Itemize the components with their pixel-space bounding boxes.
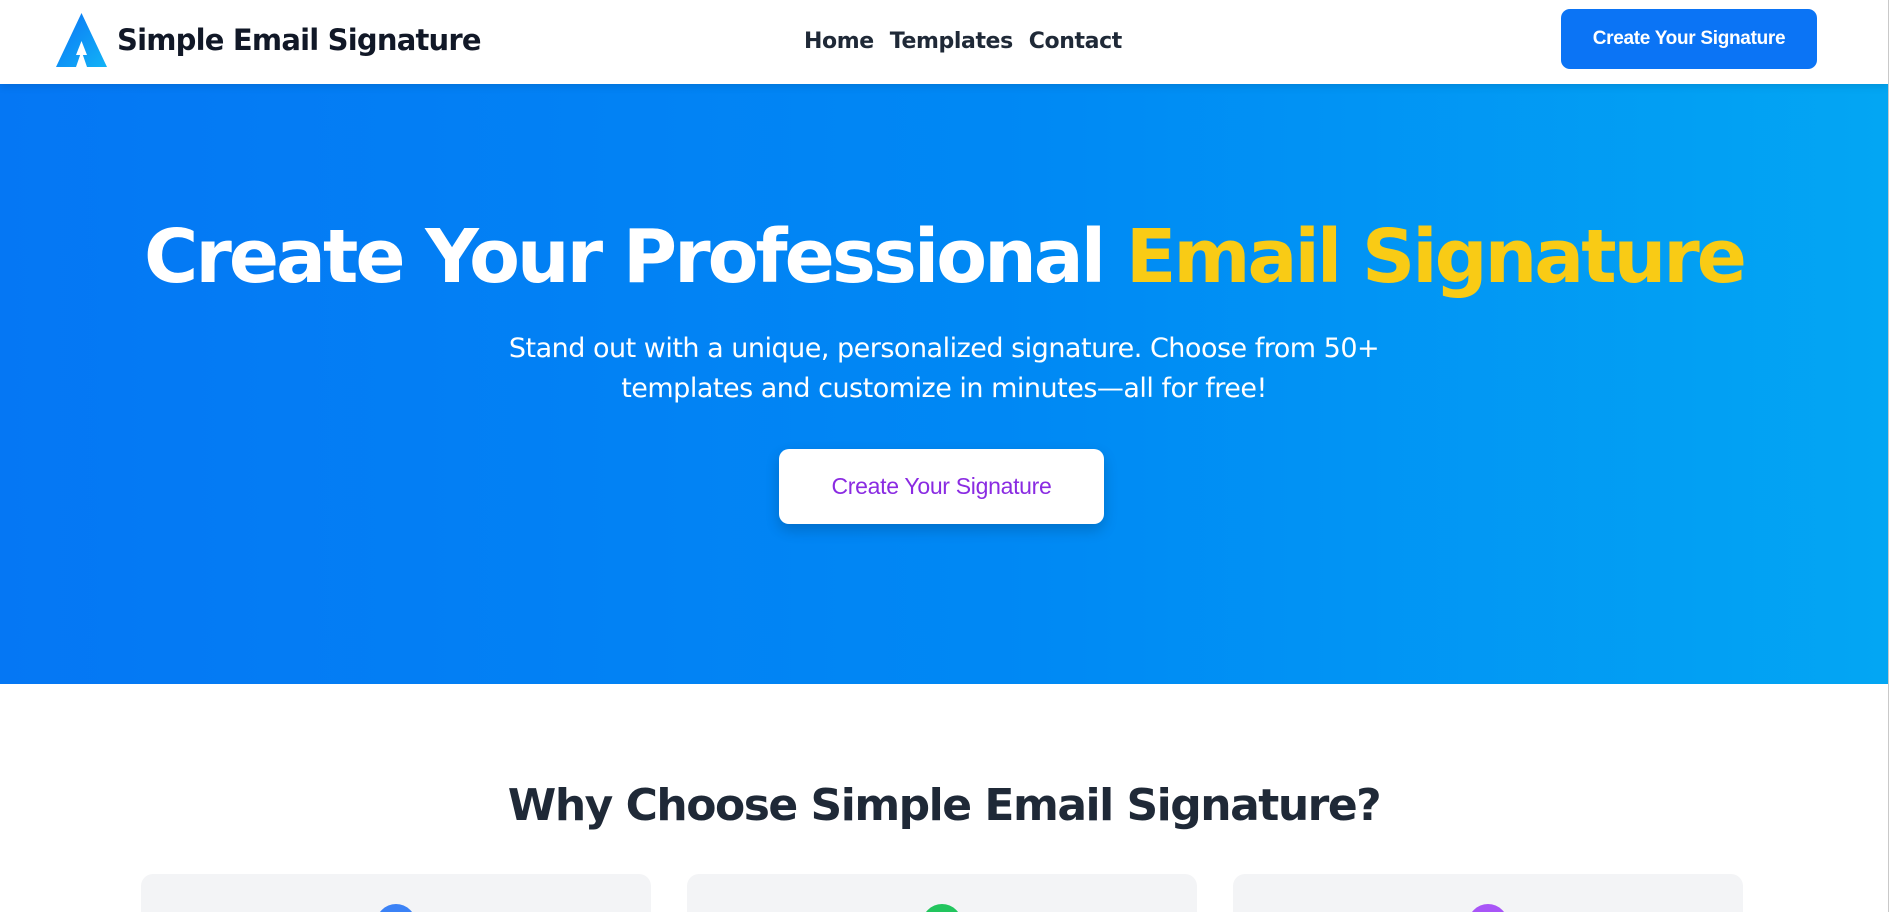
nav-contact[interactable]: Contact bbox=[1029, 29, 1122, 54]
brand-name: Simple Email Signature bbox=[117, 23, 482, 57]
nav-home[interactable]: Home bbox=[804, 29, 874, 54]
why-section-title: Why Choose Simple Email Signature? bbox=[507, 780, 1382, 831]
hero-create-signature-button[interactable]: Create Your Signature bbox=[779, 449, 1104, 524]
viewport: Simple Email Signature Home Templates Co… bbox=[0, 0, 1888, 912]
feature-icon bbox=[1468, 904, 1508, 912]
feature-icon bbox=[922, 904, 962, 912]
logo-icon bbox=[56, 13, 107, 67]
hero-title: Create Your Professional Email Signature bbox=[0, 220, 1888, 294]
nav-templates[interactable]: Templates bbox=[890, 29, 1013, 54]
main-nav: Home Templates Contact bbox=[804, 24, 1122, 58]
feature-card-1 bbox=[141, 874, 651, 912]
page: Simple Email Signature Home Templates Co… bbox=[0, 0, 1889, 912]
hero-section: Create Your Professional Email Signature… bbox=[0, 84, 1888, 684]
feature-card-2 bbox=[687, 874, 1197, 912]
hero-subtitle: Stand out with a unique, personalized si… bbox=[508, 333, 1380, 404]
site-header: Simple Email Signature Home Templates Co… bbox=[0, 0, 1888, 84]
hero-title-main: Create Your Professional bbox=[144, 214, 1126, 300]
hero-title-accent: Email Signature bbox=[1125, 214, 1747, 300]
brand[interactable]: Simple Email Signature bbox=[56, 13, 482, 67]
header-create-signature-button[interactable]: Create Your Signature bbox=[1561, 9, 1817, 69]
feature-card-3 bbox=[1233, 874, 1743, 912]
feature-icon bbox=[376, 904, 416, 912]
